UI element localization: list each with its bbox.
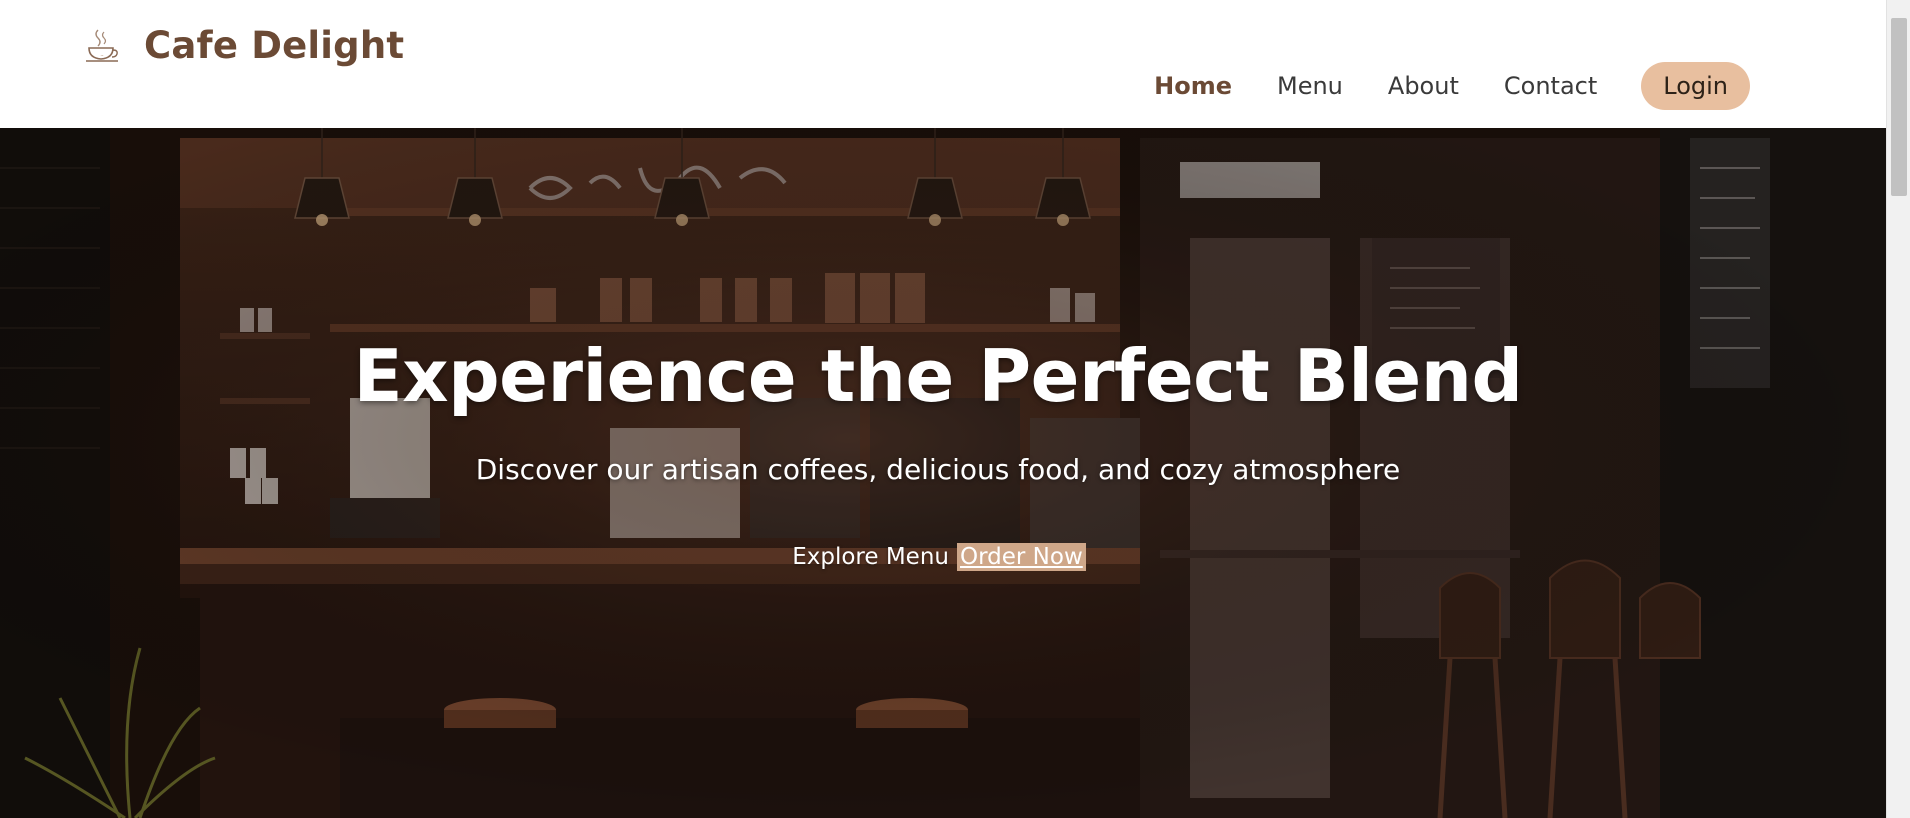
hero-actions: Explore Menu Order Now: [0, 543, 1876, 571]
svg-text:~: ~: [100, 53, 103, 58]
login-button[interactable]: Login: [1641, 62, 1750, 110]
hero-title: Experience the Perfect Blend: [353, 334, 1523, 418]
scrollbar-thumb[interactable]: [1891, 18, 1907, 196]
explore-menu-button[interactable]: Explore Menu: [790, 544, 951, 570]
page-scrollbar[interactable]: [1886, 0, 1910, 818]
nav-link-menu[interactable]: Menu: [1277, 72, 1343, 100]
brand[interactable]: ~ Cafe Delight: [84, 24, 404, 67]
nav-link-contact[interactable]: Contact: [1504, 72, 1597, 100]
nav-link-about[interactable]: About: [1388, 72, 1459, 100]
hero-subtitle: Discover our artisan coffees, delicious …: [475, 453, 1401, 486]
hero-section: Experience the Perfect Blend Discover ou…: [0, 128, 1886, 818]
page: ~ Cafe Delight Home Menu About Contact L…: [0, 0, 1910, 818]
brand-name: Cafe Delight: [144, 24, 405, 67]
main-nav: Home Menu About Contact Login: [1154, 62, 1750, 110]
site-header: ~ Cafe Delight Home Menu About Contact L…: [0, 0, 1886, 128]
coffee-cup-logo-icon: ~: [86, 29, 118, 62]
nav-link-home[interactable]: Home: [1154, 72, 1232, 100]
order-now-button[interactable]: Order Now: [957, 543, 1086, 571]
